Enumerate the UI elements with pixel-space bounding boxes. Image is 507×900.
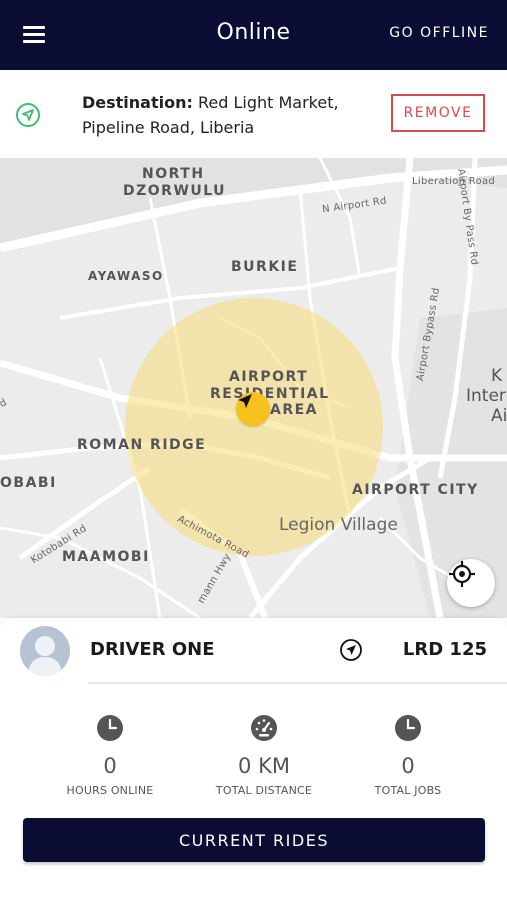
divider: [88, 682, 507, 684]
stat-value: 0 KM: [238, 754, 290, 778]
recenter-location-button[interactable]: [447, 559, 495, 607]
map-view[interactable]: NORTH DZORWULU N Airport Rd Liberation R…: [0, 158, 507, 618]
map-label-edge-k: K: [491, 366, 503, 386]
clock-icon: [97, 715, 123, 741]
map-label-dzorwulu: DZORWULU: [123, 183, 227, 199]
map-label-maamobi: MAAMOBI: [62, 549, 150, 565]
map-label-ayawaso: AYAWASO: [88, 269, 164, 283]
map-label-area: AREA: [270, 402, 319, 418]
map-label-north: NORTH: [142, 166, 205, 182]
destination-text: Destination: Red Light Market, Pipeline …: [82, 90, 372, 140]
map-label-roman-ridge: ROMAN RIDGE: [77, 437, 207, 453]
stat-hours-online: 0 HOURS ONLINE: [40, 714, 180, 797]
navigation-arrow-icon: [16, 103, 40, 127]
navigate-icon[interactable]: [339, 638, 363, 662]
driver-info-card: DRIVER ONE LRD 125 0 HOURS ONLINE 0 KM T…: [0, 618, 507, 900]
map-label-burkie: BURKIE: [231, 259, 299, 275]
avatar: [20, 626, 70, 676]
map-label-edge-ai: Ai: [491, 406, 507, 426]
stat-total-jobs: 0 TOTAL JOBS: [338, 714, 478, 797]
hamburger-menu-icon[interactable]: [18, 22, 50, 50]
navigation-arrow-icon: [238, 394, 252, 408]
stat-total-distance: 0 KM TOTAL DISTANCE: [194, 714, 334, 797]
stat-label: TOTAL JOBS: [374, 784, 442, 797]
map-label-airport-city: AIRPORT CITY: [352, 482, 479, 498]
driver-location-marker[interactable]: [236, 392, 270, 426]
map-label-residential: RESIDENTIAL: [210, 386, 330, 402]
stat-label: HOURS ONLINE: [66, 784, 154, 797]
map-label-liberation-road: Liberation Road: [412, 176, 496, 187]
destination-label: Destination:: [82, 93, 193, 112]
clock-icon: [395, 715, 421, 741]
speedometer-icon: [251, 715, 277, 741]
user-silhouette-icon: [28, 636, 62, 676]
map-label-legion-village: Legion Village: [279, 515, 398, 535]
stat-label: TOTAL DISTANCE: [215, 784, 313, 797]
fare-amount: LRD 125: [402, 639, 487, 660]
top-app-bar: Online GO OFFLINE: [0, 0, 507, 70]
map-label-edge-inter: Inter: [466, 386, 506, 406]
stat-value: 0: [401, 754, 415, 778]
remove-destination-button[interactable]: REMOVE: [391, 94, 485, 132]
map-label-obabi: OBABI: [0, 475, 57, 491]
current-rides-button[interactable]: CURRENT RIDES: [23, 818, 485, 862]
go-offline-button[interactable]: GO OFFLINE: [389, 25, 489, 41]
driver-name: DRIVER ONE: [90, 639, 215, 660]
map-label-airport: AIRPORT: [229, 369, 309, 385]
stat-value: 0: [103, 754, 117, 778]
crosshair-icon: [449, 561, 475, 587]
destination-bar: Destination: Red Light Market, Pipeline …: [0, 70, 507, 158]
